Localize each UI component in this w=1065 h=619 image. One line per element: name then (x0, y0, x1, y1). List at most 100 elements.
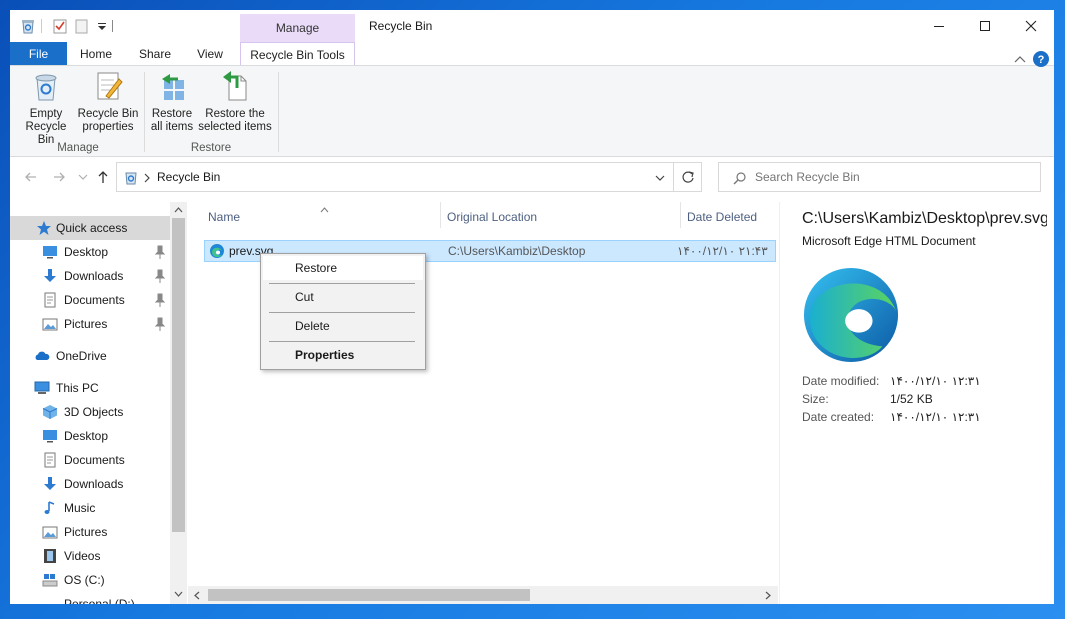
nav-item-3d-objects[interactable]: 3D Objects (10, 400, 170, 424)
nav-label: OS (C:) (64, 573, 105, 587)
cube-icon (42, 405, 58, 419)
restore-selected-items-button[interactable]: Restore the selected items (198, 70, 272, 134)
column-header-original-location[interactable]: Original Location (447, 204, 537, 230)
download-arrow-icon (44, 477, 56, 490)
scroll-right-icon[interactable] (764, 591, 772, 600)
nav-label: Documents (64, 293, 125, 307)
breadcrumb-chevron-icon[interactable] (143, 173, 151, 183)
properties-label-line2: properties (82, 121, 134, 133)
column-divider[interactable] (680, 202, 681, 228)
nav-item-desktop[interactable]: Desktop (10, 240, 170, 264)
nav-item-downloads-pc[interactable]: Downloads (10, 472, 170, 496)
nav-item-music[interactable]: Music (10, 496, 170, 520)
restore-selected-icon (223, 71, 247, 101)
search-input[interactable] (755, 163, 1035, 191)
chevron-down-icon (78, 174, 88, 180)
help-icon[interactable]: ? (1032, 50, 1050, 68)
minimize-button[interactable] (916, 10, 962, 42)
nav-item-documents[interactable]: Documents (10, 288, 170, 312)
nav-label: Downloads (64, 477, 124, 491)
forward-button[interactable] (50, 168, 68, 186)
refresh-button[interactable] (674, 162, 702, 192)
up-button[interactable] (94, 168, 112, 186)
drive-icon (42, 596, 58, 604)
empty-recycle-bin-button[interactable]: Empty Recycle Bin (16, 70, 76, 147)
scrollbar-thumb[interactable] (208, 589, 530, 601)
maximize-button[interactable] (962, 10, 1008, 42)
restore-all-label-line2: all items (150, 121, 194, 133)
nav-item-pictures-pc[interactable]: Pictures (10, 520, 170, 544)
qat-divider (41, 19, 42, 33)
nav-label: Desktop (64, 429, 109, 443)
pin-icon[interactable] (154, 268, 166, 284)
back-button[interactable] (22, 168, 40, 186)
search-icon (733, 172, 746, 185)
address-dropdown-icon[interactable] (655, 174, 665, 182)
close-button[interactable] (1008, 10, 1054, 42)
nav-label: Videos (64, 549, 101, 563)
pin-icon[interactable] (154, 316, 166, 332)
document-icon (44, 452, 56, 468)
nav-item-onedrive[interactable]: OneDrive (10, 344, 170, 368)
nav-label: Quick access (56, 221, 128, 235)
picture-icon (42, 526, 58, 539)
horizontal-scrollbar[interactable] (188, 586, 778, 604)
breadcrumb-recycle-bin[interactable]: Recycle Bin (157, 163, 220, 191)
search-box[interactable] (718, 162, 1041, 192)
edge-file-icon (210, 244, 224, 258)
desktop-icon (43, 246, 57, 259)
nav-item-pictures[interactable]: Pictures (10, 312, 170, 336)
contextual-tab-header: Manage (240, 14, 355, 42)
scroll-up-icon[interactable] (174, 206, 183, 214)
new-folder-icon[interactable] (74, 18, 90, 34)
refresh-icon (681, 171, 694, 183)
nav-pane-scrollbar[interactable] (170, 202, 187, 604)
back-arrow-icon (25, 172, 36, 182)
nav-item-desktop-pc[interactable]: Desktop (10, 424, 170, 448)
tab-home[interactable]: Home (73, 42, 119, 66)
recycle-bin-icon[interactable] (20, 18, 36, 34)
scroll-down-icon[interactable] (174, 590, 183, 598)
nav-label: Downloads (64, 269, 124, 283)
minimize-ribbon-icon[interactable] (1013, 54, 1027, 64)
address-bar[interactable]: Recycle Bin (116, 162, 674, 192)
download-arrow-icon (44, 269, 56, 282)
column-header-date-deleted[interactable]: Date Deleted (687, 204, 757, 230)
restore-all-items-button[interactable]: Restore all items (148, 70, 196, 134)
column-divider[interactable] (440, 202, 441, 228)
tab-share[interactable]: Share (130, 42, 180, 66)
drive-icon (42, 574, 58, 587)
nav-item-this-pc[interactable]: This PC (10, 376, 170, 400)
nav-item-personal-drive[interactable]: Personal (D:) (10, 592, 170, 604)
nav-item-quick-access[interactable]: Quick access (10, 216, 170, 240)
properties-label-line1: Recycle Bin (77, 108, 139, 120)
tab-file[interactable]: File (10, 42, 67, 66)
menu-item-cut[interactable]: Cut (263, 285, 423, 309)
sort-ascending-icon (320, 207, 329, 213)
recent-locations-button[interactable] (74, 168, 92, 186)
nav-label: OneDrive (56, 349, 107, 363)
menu-separator (269, 341, 415, 342)
nav-item-videos[interactable]: Videos (10, 544, 170, 568)
tab-view[interactable]: View (188, 42, 232, 66)
tab-recycle-bin-tools[interactable]: Recycle Bin Tools (240, 42, 355, 66)
menu-item-restore[interactable]: Restore (263, 256, 423, 280)
nav-item-downloads[interactable]: Downloads (10, 264, 170, 288)
maximize-icon (980, 21, 990, 31)
star-icon (37, 221, 51, 235)
qat-dropdown-icon[interactable] (94, 18, 110, 34)
pin-icon[interactable] (154, 292, 166, 308)
recycle-bin-properties-button[interactable]: Recycle Bin properties (77, 70, 139, 134)
pin-icon[interactable] (154, 244, 166, 260)
properties-check-icon[interactable] (52, 18, 68, 34)
menu-item-delete[interactable]: Delete (263, 314, 423, 338)
column-header-name[interactable]: Name (208, 204, 240, 230)
scroll-left-icon[interactable] (193, 591, 201, 600)
nav-item-os-drive[interactable]: OS (C:) (10, 568, 170, 592)
restore-all-icon (162, 74, 184, 100)
properties-pencil-icon (97, 72, 123, 100)
scrollbar-thumb[interactable] (172, 218, 185, 532)
menu-item-properties[interactable]: Properties (263, 343, 423, 367)
file-original-location: C:\Users\Kambiz\Desktop (448, 244, 586, 258)
nav-item-documents-pc[interactable]: Documents (10, 448, 170, 472)
